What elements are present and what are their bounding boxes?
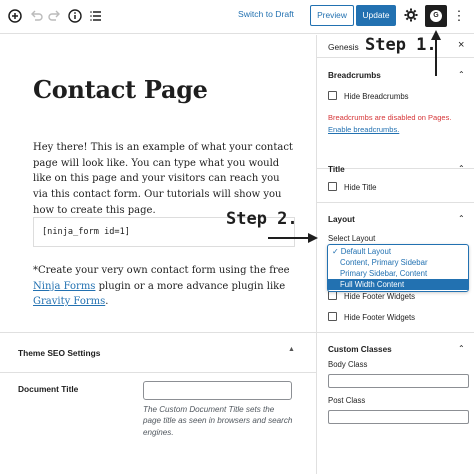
more-icon[interactable]: ⋮ bbox=[452, 7, 466, 25]
seo-panel-title: Theme SEO Settings bbox=[18, 348, 101, 358]
breadcrumbs-warning: Breadcrumbs are disabled on Pages. bbox=[328, 113, 452, 122]
title-section: Title ⌃ Hide Title bbox=[317, 153, 474, 203]
gear-icon[interactable] bbox=[402, 7, 420, 25]
layout-option-content-sidebar[interactable]: Content, Primary Sidebar bbox=[328, 257, 468, 268]
layout-option-full-width[interactable]: Full Width Content bbox=[328, 279, 468, 290]
list-view-icon[interactable] bbox=[87, 7, 105, 25]
caret-up-icon[interactable]: ▲ bbox=[288, 346, 295, 353]
layout-option-default[interactable]: ✓ Default Layout bbox=[328, 246, 468, 257]
post-class-input[interactable] bbox=[328, 410, 469, 424]
document-title-help: The Custom Document Title sets the page … bbox=[143, 405, 293, 437]
editor-canvas[interactable]: Contact Page Hey there! This is an examp… bbox=[0, 35, 316, 474]
seo-panel-header[interactable]: Theme SEO Settings ▲ bbox=[0, 333, 316, 373]
redo-icon[interactable] bbox=[46, 7, 64, 25]
breadcrumbs-title[interactable]: Breadcrumbs bbox=[328, 71, 381, 80]
custom-classes-section: Custom Classes ⌃ Body Class Post Class bbox=[317, 333, 474, 474]
info-icon[interactable] bbox=[66, 7, 84, 25]
hide-footer-widgets-partial-label[interactable]: Hide Footer Widgets bbox=[344, 292, 415, 301]
step-1-annotation: Step 1. bbox=[365, 35, 437, 55]
enable-breadcrumbs-link[interactable]: Enable breadcrumbs. bbox=[328, 125, 399, 134]
hide-breadcrumbs-checkbox[interactable] bbox=[328, 91, 337, 100]
paragraph-text: *Create your very own contact form using… bbox=[33, 265, 290, 276]
chevron-up-icon[interactable]: ⌃ bbox=[458, 70, 465, 79]
hide-breadcrumbs-label[interactable]: Hide Breadcrumbs bbox=[344, 92, 409, 101]
chevron-up-icon[interactable]: ⌃ bbox=[458, 214, 465, 223]
body-class-label: Body Class bbox=[328, 360, 368, 369]
contact-form-paragraph[interactable]: *Create your very own contact form using… bbox=[33, 263, 295, 310]
hide-footer-widgets-checkbox[interactable] bbox=[328, 291, 337, 300]
paragraph-text: . bbox=[105, 296, 109, 308]
layout-title[interactable]: Layout bbox=[328, 215, 355, 224]
post-class-label: Post Class bbox=[328, 396, 366, 405]
document-title-label: Document Title bbox=[18, 384, 79, 394]
chevron-up-icon[interactable]: ⌃ bbox=[458, 344, 465, 353]
ninja-forms-link[interactable]: Ninja Forms bbox=[33, 281, 95, 292]
gravity-forms-link[interactable]: Gravity Forms bbox=[33, 296, 105, 307]
hide-footer-widgets-label[interactable]: Hide Footer Widgets bbox=[344, 313, 415, 322]
step-2-annotation: Step 2. bbox=[226, 209, 298, 229]
custom-classes-title[interactable]: Custom Classes bbox=[328, 345, 392, 354]
chevron-up-icon[interactable]: ⌃ bbox=[458, 164, 465, 173]
editor-toolbar: Switch to Draft Preview Update G ⋮ bbox=[0, 0, 474, 34]
hide-title-checkbox[interactable] bbox=[328, 182, 337, 191]
document-title-input[interactable] bbox=[143, 381, 292, 400]
select-layout-label: Select Layout bbox=[328, 234, 376, 243]
body-class-input[interactable] bbox=[328, 374, 469, 388]
intro-paragraph[interactable]: Hey there! This is an example of what yo… bbox=[33, 140, 295, 219]
add-icon[interactable] bbox=[6, 7, 24, 25]
tab-genesis[interactable]: Genesis bbox=[328, 42, 359, 52]
genesis-button[interactable]: G bbox=[425, 5, 447, 27]
close-icon[interactable]: × bbox=[458, 39, 464, 51]
paragraph-text: plugin or a more advance plugin like bbox=[95, 280, 286, 292]
genesis-icon: G bbox=[430, 10, 442, 22]
preview-button[interactable]: Preview bbox=[310, 5, 354, 26]
undo-icon[interactable] bbox=[27, 7, 45, 25]
title-section-title[interactable]: Title bbox=[328, 165, 345, 174]
hide-title-label[interactable]: Hide Title bbox=[344, 183, 377, 192]
layout-option-sidebar-content[interactable]: Primary Sidebar, Content bbox=[328, 268, 468, 279]
page-title[interactable]: Contact Page bbox=[33, 75, 208, 104]
switch-to-draft-button[interactable]: Switch to Draft bbox=[238, 9, 294, 19]
layout-select-dropdown[interactable]: ✓ Default Layout Content, Primary Sideba… bbox=[327, 244, 469, 292]
hide-footer-widgets-checkbox[interactable] bbox=[328, 312, 337, 321]
update-button[interactable]: Update bbox=[356, 5, 396, 26]
theme-seo-settings-panel: Theme SEO Settings ▲ Document Title The … bbox=[0, 332, 316, 474]
